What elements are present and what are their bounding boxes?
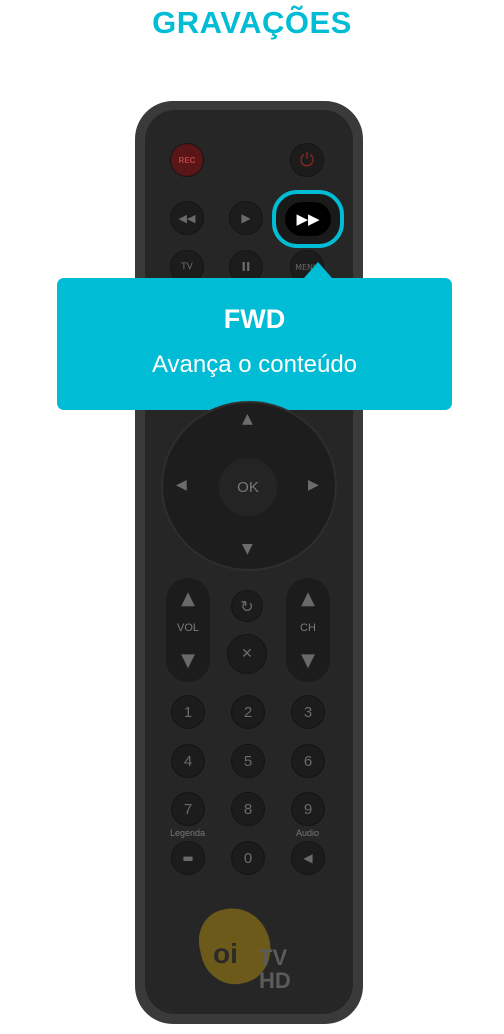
channel-rocker[interactable]: ▲ CH ▼: [286, 578, 330, 682]
rewind-icon: ◀◀: [178, 211, 196, 225]
dpad-left[interactable]: ◀: [176, 477, 187, 493]
power-button[interactable]: ⏻: [290, 143, 324, 177]
power-icon: ⏻: [299, 149, 315, 171]
back-button[interactable]: ↻: [231, 590, 263, 622]
mute-button[interactable]: ✕: [227, 634, 267, 674]
number-9-button[interactable]: 9: [291, 792, 325, 826]
audio-label: Audio: [296, 828, 320, 838]
dpad-right[interactable]: ▶: [308, 477, 319, 493]
dpad-down[interactable]: ▼: [242, 541, 253, 557]
rec-button[interactable]: REC: [170, 143, 204, 177]
channel-label: CH: [300, 622, 316, 634]
subtitle-icon: ▬: [182, 851, 194, 865]
tv-hd-logo: TV HD: [259, 946, 291, 992]
number-0-button[interactable]: 0: [231, 841, 265, 875]
back-icon: ↻: [240, 596, 254, 616]
fast-forward-button[interactable]: ▶▶: [272, 190, 344, 248]
ok-button[interactable]: OK: [219, 458, 277, 516]
number-4-button[interactable]: 4: [171, 744, 205, 778]
legend-label: Legenda: [170, 828, 206, 838]
number-3-button[interactable]: 3: [291, 695, 325, 729]
rec-icon: REC: [178, 155, 196, 165]
page-title: GRAVAÇÕES: [152, 5, 352, 40]
audio-button[interactable]: ◀: [291, 841, 325, 875]
oi-logo-text: oi: [213, 938, 238, 969]
play-icon: ▶: [241, 211, 251, 225]
tooltip-description: Avança o conteúdo: [151, 351, 358, 378]
number-6-button[interactable]: 6: [291, 744, 325, 778]
play-button[interactable]: ▶: [229, 201, 263, 235]
fast-forward-icon: ▶▶: [285, 202, 331, 236]
volume-up-icon[interactable]: ▲: [166, 588, 210, 609]
tooltip: FWD Avança o conteúdo: [57, 278, 452, 410]
audio-icon: ◀: [303, 851, 313, 865]
volume-rocker[interactable]: ▲ VOL ▼: [166, 578, 210, 682]
hd-logo-text: HD: [259, 968, 291, 993]
number-1-button[interactable]: 1: [171, 695, 205, 729]
mute-icon: ✕: [241, 646, 253, 662]
subtitle-button[interactable]: ▬: [171, 841, 205, 875]
rewind-button[interactable]: ◀◀: [170, 201, 204, 235]
tooltip-caret: [304, 262, 332, 278]
number-7-button[interactable]: 7: [171, 792, 205, 826]
number-8-button[interactable]: 8: [231, 792, 265, 826]
tooltip-title: FWD: [223, 304, 286, 334]
pause-icon: II: [241, 260, 251, 274]
number-5-button[interactable]: 5: [231, 744, 265, 778]
number-2-button[interactable]: 2: [231, 695, 265, 729]
volume-down-icon[interactable]: ▼: [166, 650, 210, 671]
channel-up-icon[interactable]: ▲: [286, 588, 330, 609]
channel-down-icon[interactable]: ▼: [286, 650, 330, 671]
volume-label: VOL: [176, 622, 199, 634]
tv-label: TV: [181, 262, 193, 272]
dpad-up[interactable]: ▲: [242, 411, 253, 427]
tv-logo-text: TV: [259, 945, 288, 970]
